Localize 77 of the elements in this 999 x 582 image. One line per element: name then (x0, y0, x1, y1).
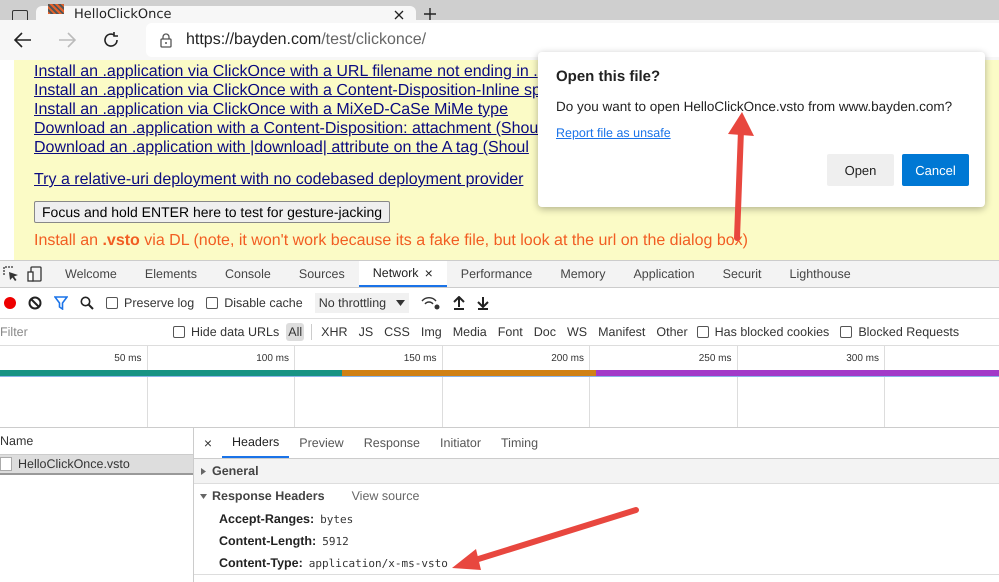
type-filter[interactable]: WS (565, 323, 590, 341)
timeline-tick-label: 50 ms (114, 352, 142, 364)
devtools-tab[interactable]: Application (619, 261, 709, 287)
type-filter[interactable]: JS (356, 323, 376, 341)
details-tab[interactable]: Timing (491, 428, 548, 458)
header-name: Accept-Ranges: (219, 512, 314, 526)
search-icon[interactable] (80, 296, 94, 310)
report-link[interactable]: Report file as unsafe (556, 126, 671, 140)
checkbox[interactable]: Blocked Requests (840, 325, 960, 339)
devtools-tab[interactable]: Console (210, 261, 285, 287)
header-name: Content-Length: (219, 534, 316, 548)
url-text: https://bayden.com/test/clickonce/ (186, 31, 426, 49)
tab-title: HelloClickOnce (74, 8, 173, 20)
details-tab[interactable]: Preview (289, 428, 354, 458)
collapsed-triangle-icon[interactable] (200, 468, 207, 474)
dropdown-arrow-icon (396, 300, 406, 306)
inspect-icon[interactable] (3, 266, 19, 282)
download-icon[interactable] (477, 296, 490, 310)
page-link[interactable]: Try a relative-uri deployment with no codebased deployment provider (34, 171, 524, 189)
timeline-tick-label: 250 ms (698, 352, 732, 364)
checkbox[interactable]: Disable cache (206, 296, 303, 310)
record-icon[interactable] (4, 297, 16, 309)
type-filter[interactable]: All (286, 323, 304, 341)
devtools-tab[interactable]: Memory (546, 261, 620, 287)
details-tab[interactable]: Response (354, 428, 430, 458)
type-filter[interactable]: Font (496, 323, 525, 341)
upload-icon[interactable] (453, 296, 466, 310)
type-filter[interactable]: Other (654, 323, 690, 341)
filter-icon[interactable] (54, 296, 68, 310)
details-tab[interactable]: Initiator (430, 428, 492, 458)
type-filter[interactable]: Media (450, 323, 489, 341)
timeline-tick-label: 200 ms (551, 352, 584, 364)
dialog-button[interactable]: Open (827, 154, 894, 186)
lock-icon (160, 32, 172, 48)
header-value: bytes (320, 512, 354, 526)
favicon-icon (48, 4, 64, 14)
type-filter[interactable]: Img (418, 323, 444, 341)
gesture-test-button[interactable]: Focus and hold ENTER here to test for gesture-jacking (34, 201, 390, 223)
type-filter[interactable]: Doc (532, 323, 558, 341)
devtools-tab[interactable]: Elements (130, 261, 211, 287)
back-icon[interactable] (14, 32, 32, 48)
devtools-tab[interactable]: Sources (284, 261, 359, 287)
type-filter[interactable]: CSS (382, 323, 412, 341)
checkbox[interactable]: Has blocked cookies (696, 325, 830, 339)
new-tab-icon[interactable] (424, 8, 436, 20)
devtools-tab[interactable]: Lighthouse (776, 261, 865, 287)
expanded-triangle-icon[interactable] (200, 492, 207, 500)
address-field[interactable]: https://bayden.com/test/clickonce/ (146, 23, 999, 57)
dialog-message: Do you want to open HelloClickOnce.vsto from www.bayden.com? (556, 99, 954, 114)
refresh-icon[interactable] (102, 31, 120, 49)
close-tab-button[interactable]: × (424, 265, 433, 281)
clear-icon[interactable] (28, 296, 42, 310)
type-filter[interactable]: Manifest (596, 323, 648, 341)
close-icon[interactable] (394, 10, 404, 20)
view-source-link[interactable]: View source (352, 489, 420, 503)
header-value: application/x-ms-vsto (308, 556, 448, 570)
checkbox[interactable]: Preserve log (106, 296, 194, 310)
header-name: Content-Type: (219, 556, 303, 570)
throttling-dropdown[interactable]: No throttling (314, 293, 410, 313)
device-toolbar-icon[interactable] (27, 266, 43, 282)
timeline-tick-label: 300 ms (846, 352, 879, 364)
request-row[interactable]: HelloClickOnce.vsto (0, 455, 193, 475)
dialog-button[interactable]: Cancel (902, 154, 969, 186)
timeline-tick-label: 150 ms (404, 352, 436, 364)
close-button[interactable]: × (194, 435, 222, 451)
devtools-tab[interactable]: Securit (708, 261, 776, 287)
devtools-tab[interactable]: Network × (358, 261, 447, 287)
section-title[interactable]: Response Headers (212, 489, 325, 503)
header-value: 5912 (322, 534, 349, 548)
devtools-tab[interactable]: Performance (446, 261, 546, 287)
section-title[interactable]: General (212, 464, 259, 478)
dialog-title: Open this file? (556, 68, 662, 85)
browser-tab[interactable]: HelloClickOnce (36, 6, 416, 20)
devtools-tab[interactable]: Welcome (51, 261, 131, 287)
type-filter[interactable]: XHR (319, 323, 350, 341)
checkbox[interactable]: Hide data URLs (173, 325, 280, 339)
timeline-tick-label: 100 ms (256, 352, 289, 364)
